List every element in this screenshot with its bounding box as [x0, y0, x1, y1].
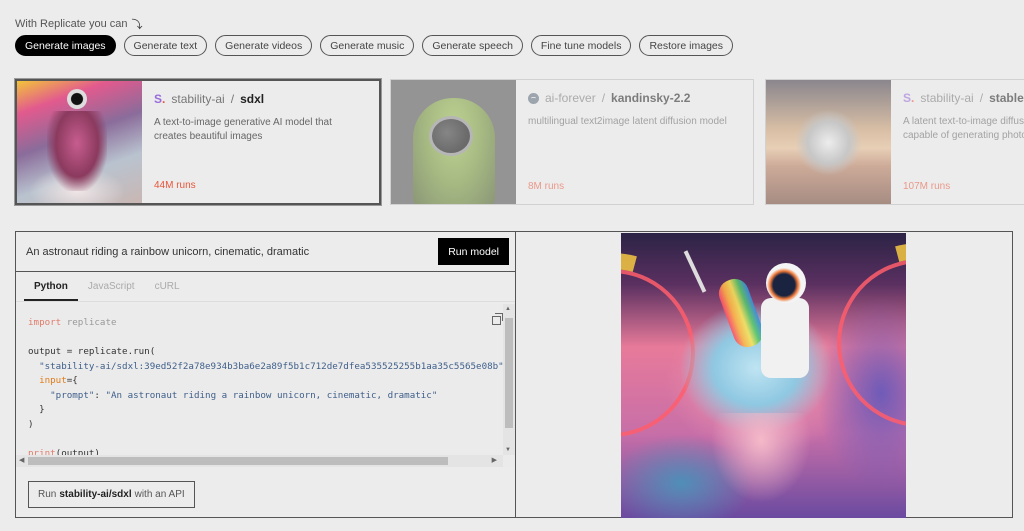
model-card-sdxl[interactable]: S. stability-ai / sdxl A text-to-image g…	[15, 79, 381, 205]
scroll-up-icon[interactable]: ▲	[505, 306, 511, 312]
chip-generate-videos[interactable]: Generate videos	[215, 35, 313, 56]
model-title: S. stability-ai / stable-diffusion	[903, 91, 1024, 105]
scroll-left-icon[interactable]: ◀	[19, 456, 24, 464]
chip-generate-speech[interactable]: Generate speech	[422, 35, 523, 56]
model-runs: 107M runs	[903, 181, 951, 192]
run-with-api-button[interactable]: Run stability-ai/sdxl with an API	[28, 481, 195, 508]
code-string: "stability-ai/sdxl:39ed52f2a78e934b3ba6e…	[28, 360, 510, 372]
tab-python[interactable]: Python	[24, 281, 78, 301]
model-name: kandinsky-2.2	[611, 91, 691, 105]
tab-curl[interactable]: cURL	[145, 281, 190, 301]
slash: /	[979, 91, 984, 105]
run-model-button[interactable]: Run model	[438, 238, 509, 265]
code-line: :	[94, 389, 106, 401]
api-button-model: stability-ai/sdxl	[59, 489, 132, 500]
model-card-kandinsky[interactable]: ai-forever / kandinsky-2.2 multilingual …	[390, 79, 754, 205]
logo-letter: S	[154, 92, 163, 106]
output-image[interactable]	[621, 233, 906, 518]
stability-logo-icon: S.	[154, 92, 165, 106]
chip-generate-images[interactable]: Generate images	[15, 35, 116, 56]
code-string: "An astronaut riding a rainbow unicorn, …	[105, 389, 438, 401]
model-title: ai-forever / kandinsky-2.2	[528, 91, 741, 105]
model-description: A latent text-to-image diffusion model c…	[903, 116, 1024, 141]
slash: /	[230, 92, 235, 106]
api-button-suffix: with an API	[134, 489, 185, 500]
playground-input: An astronaut riding a rainbow unicorn, c…	[16, 232, 516, 517]
thumbnail-visor	[429, 116, 473, 156]
model-runs: 8M runs	[528, 181, 565, 192]
curved-arrow-down-icon: ⤵	[131, 19, 143, 31]
intro-text: With Replicate you can ⤵	[15, 16, 143, 32]
model-owner: stability-ai	[171, 92, 225, 106]
api-button-prefix: Run	[38, 489, 57, 500]
logo-dot: .	[162, 92, 166, 106]
use-case-chips: Generate images Generate text Generate v…	[15, 35, 733, 56]
logo-dot: .	[911, 91, 915, 105]
slash: /	[601, 91, 606, 105]
scrollbar-thumb[interactable]	[28, 457, 448, 465]
scroll-down-icon[interactable]: ▼	[505, 447, 511, 453]
model-title: S. stability-ai / sdxl	[154, 92, 367, 106]
code-block: import replicate output = replicate.run(…	[16, 304, 515, 467]
code-text: import replicate output = replicate.run(…	[28, 316, 509, 461]
playground-panel: An astronaut riding a rainbow unicorn, c…	[15, 231, 1013, 518]
astronaut-helmet	[766, 263, 806, 303]
chip-generate-text[interactable]: Generate text	[123, 35, 208, 56]
code-string: "prompt"	[28, 389, 95, 401]
model-owner: ai-forever	[545, 91, 596, 105]
model-thumbnail	[766, 80, 891, 204]
model-description: multilingual text2image latent diffusion…	[528, 116, 727, 127]
model-thumbnail	[17, 81, 142, 203]
scroll-right-icon[interactable]: ▶	[492, 456, 497, 464]
thumbnail-astronaut	[67, 89, 87, 109]
scrollbar-thumb[interactable]	[505, 318, 513, 428]
model-owner: stability-ai	[920, 91, 974, 105]
code-module: replicate	[61, 317, 117, 328]
ai-forever-logo-icon	[528, 92, 539, 104]
code-line: )	[28, 418, 34, 430]
horizontal-scrollbar[interactable]: ◀ ▶	[16, 455, 503, 467]
code-line: output = replicate.run(	[28, 346, 156, 357]
model-description: A text-to-image generative AI model that…	[154, 117, 332, 142]
playground-output	[516, 232, 1013, 518]
tab-javascript[interactable]: JavaScript	[78, 281, 145, 301]
intro-label: With Replicate you can	[15, 18, 128, 30]
stability-logo-icon: S.	[903, 91, 914, 105]
code-keyword: import	[28, 317, 62, 328]
thumbnail-unicorn	[47, 111, 107, 191]
prompt-row: An astronaut riding a rainbow unicorn, c…	[16, 232, 515, 272]
code-param: input	[28, 375, 67, 386]
model-card-stable-diffusion[interactable]: S. stability-ai / stable-diffusion A lat…	[765, 79, 1024, 205]
model-name: sdxl	[240, 92, 265, 106]
astronaut-body	[761, 298, 809, 378]
code-line: ={	[66, 375, 78, 386]
model-name: stable-diffusion	[989, 91, 1024, 105]
unicorn-legs	[711, 413, 811, 503]
chip-fine-tune-models[interactable]: Fine tune models	[530, 35, 632, 56]
chip-generate-music[interactable]: Generate music	[320, 35, 415, 56]
logo-letter: S	[903, 91, 912, 105]
model-runs: 44M runs	[154, 180, 196, 191]
copy-icon[interactable]	[492, 313, 503, 325]
language-tabs: Python JavaScript cURL	[16, 272, 515, 302]
model-cards: S. stability-ai / sdxl A text-to-image g…	[15, 79, 1024, 205]
model-thumbnail	[391, 80, 516, 204]
unicorn-horn	[683, 250, 707, 293]
vertical-scrollbar[interactable]: ▲ ▼	[503, 304, 515, 455]
prompt-input[interactable]: An astronaut riding a rainbow unicorn, c…	[26, 246, 309, 258]
code-line: }	[28, 404, 45, 415]
chip-restore-images[interactable]: Restore images	[639, 35, 733, 56]
thumbnail-horse	[796, 110, 861, 175]
